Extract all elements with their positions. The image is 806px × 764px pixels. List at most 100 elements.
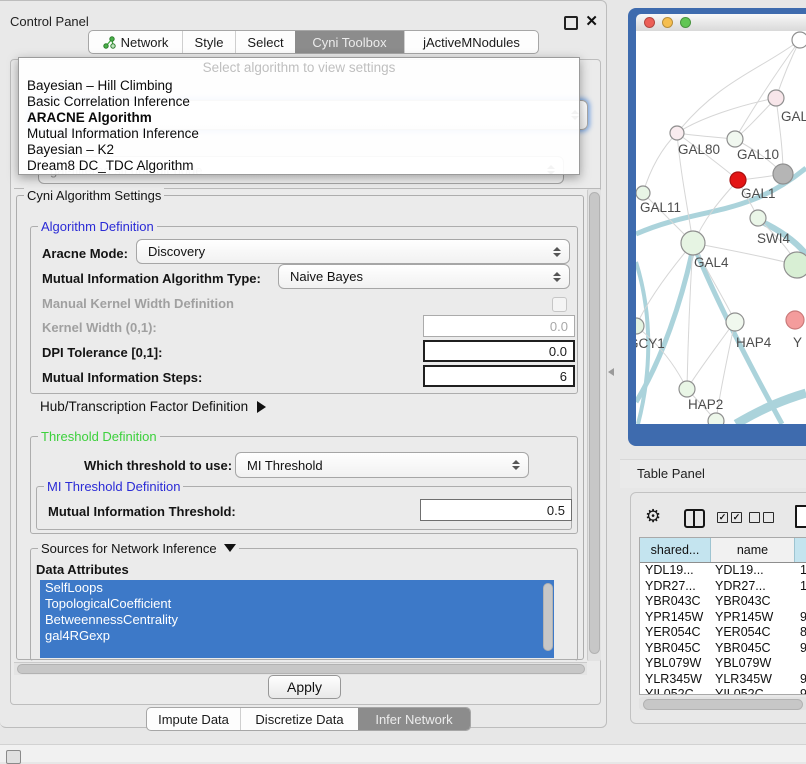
table-cell[interactable]: YBL079W: [712, 656, 797, 672]
column-header-name[interactable]: name: [711, 538, 795, 562]
table-cell[interactable]: YDR27...: [640, 579, 712, 595]
mi-steps-field[interactable]: 6: [423, 365, 575, 387]
network-node[interactable]: [727, 131, 743, 147]
data-attribute-item[interactable]: TopologicalCoefficient: [40, 596, 554, 612]
table-row[interactable]: YPR145WYPR145W9.: [640, 610, 806, 626]
table-cell[interactable]: YDR27...: [712, 579, 797, 595]
list-item-partial[interactable]: [40, 644, 554, 658]
mi-threshold-field[interactable]: 0.5: [420, 499, 572, 521]
table-cell[interactable]: YBR043C: [712, 594, 797, 610]
hub-definition-toggle[interactable]: Hub/Transcription Factor Definition: [40, 399, 266, 414]
columns-icon[interactable]: [684, 509, 705, 528]
table-cell[interactable]: YER054C: [640, 625, 712, 641]
select-all-checkboxes-icon[interactable]: ✓✓: [717, 512, 742, 523]
algorithm-menu-item[interactable]: Bayesian – K2: [19, 142, 579, 158]
table-cell[interactable]: YPR145W: [712, 610, 797, 626]
data-attribute-item[interactable]: gal4RGexp: [40, 628, 554, 644]
deselect-all-checkboxes-icon[interactable]: [749, 512, 774, 523]
column-header-partial[interactable]: [795, 538, 806, 562]
table-row[interactable]: YBR043CYBR043C: [640, 594, 806, 610]
table-cell[interactable]: 9: [797, 687, 806, 695]
table-cell[interactable]: YBR045C: [712, 641, 797, 657]
table-cell[interactable]: YPR145W: [640, 610, 712, 626]
network-node[interactable]: [726, 313, 744, 331]
table-row[interactable]: YLR345WYLR345W9.: [640, 672, 806, 688]
table-row[interactable]: YIL052CYIL052C9: [640, 687, 806, 695]
tab-impute-data[interactable]: Impute Data: [147, 708, 240, 730]
close-traffic-light-icon[interactable]: [644, 17, 655, 28]
network-node[interactable]: [786, 311, 804, 329]
table-cell[interactable]: YBL079W: [640, 656, 712, 672]
network-node[interactable]: [750, 210, 766, 226]
network-node[interactable]: [768, 90, 784, 106]
algorithm-menu-item[interactable]: Bayesian – Hill Climbing: [19, 78, 579, 94]
table-cell[interactable]: YIL052C: [712, 687, 797, 695]
data-attributes-list[interactable]: SelfLoopsTopologicalCoefficientBetweenne…: [40, 580, 554, 658]
apply-button[interactable]: Apply: [268, 675, 341, 699]
network-canvas[interactable]: GALGAL80GAL10GAL1GAL11SWI4GAL4GCY1HAP4YH…: [636, 31, 806, 424]
table-hscrollbar-thumb[interactable]: [643, 699, 803, 710]
tab-discretize-data[interactable]: Discretize Data: [240, 708, 358, 730]
network-edge[interactable]: [735, 98, 776, 139]
table-cell[interactable]: 9.: [797, 610, 806, 626]
tab-network[interactable]: Network: [89, 31, 182, 53]
algorithm-menu-item[interactable]: Dream8 DC_TDC Algorithm: [19, 158, 579, 174]
network-node[interactable]: [636, 186, 650, 200]
which-threshold-combo[interactable]: MI Threshold: [235, 452, 529, 478]
dpi-tolerance-field[interactable]: 0.0: [423, 340, 575, 362]
table-cell[interactable]: YIL052C: [640, 687, 712, 695]
tab-jactivemnodules[interactable]: jActiveMNodules: [404, 31, 538, 53]
zoom-traffic-light-icon[interactable]: [680, 17, 691, 28]
table-cell[interactable]: YLR345W: [640, 672, 712, 688]
network-node[interactable]: [681, 231, 705, 255]
network-edge[interactable]: [735, 40, 800, 139]
table-cell[interactable]: YDL19...: [712, 563, 797, 579]
data-attribute-item[interactable]: BetweennessCentrality: [40, 612, 554, 628]
network-window-titlebar[interactable]: [636, 14, 806, 31]
sources-group-title[interactable]: Sources for Network Inference: [38, 541, 239, 556]
table-cell[interactable]: [797, 656, 806, 672]
column-header-shared[interactable]: shared...: [640, 538, 711, 562]
gear-icon[interactable]: ⚙: [645, 507, 661, 525]
table-cell[interactable]: 12: [797, 579, 806, 595]
table-cell[interactable]: 9.: [797, 672, 806, 688]
table-row[interactable]: YBL079WYBL079W: [640, 656, 806, 672]
kernel-width-field[interactable]: 0.0: [423, 315, 575, 337]
minimize-traffic-light-icon[interactable]: [662, 17, 673, 28]
mi-type-combo[interactable]: Naive Bayes: [278, 264, 570, 289]
table-cell[interactable]: [797, 594, 806, 610]
table-cell[interactable]: 9.: [797, 641, 806, 657]
table-cell[interactable]: 8.: [797, 625, 806, 641]
network-node[interactable]: [679, 381, 695, 397]
manual-kernel-checkbox[interactable]: [552, 297, 567, 312]
network-node[interactable]: [670, 126, 684, 140]
algorithm-menu-item[interactable]: Mutual Information Inference: [19, 126, 579, 142]
network-edge[interactable]: [677, 98, 776, 133]
table-cell[interactable]: YBR043C: [640, 594, 712, 610]
table-cell[interactable]: YBR045C: [640, 641, 712, 657]
table-row[interactable]: YBR045CYBR045C9.: [640, 641, 806, 657]
tab-infer-network[interactable]: Infer Network: [358, 708, 470, 730]
table-cell[interactable]: YDL19...: [640, 563, 712, 579]
table-cell[interactable]: YER054C: [712, 625, 797, 641]
tab-style[interactable]: Style: [182, 31, 235, 53]
data-attribute-item[interactable]: SelfLoops: [40, 580, 554, 596]
settings-hscrollbar-thumb[interactable]: [17, 664, 585, 674]
algorithm-menu-item[interactable]: Basic Correlation Inference: [19, 94, 579, 110]
algorithm-menu-item[interactable]: ARACNE Algorithm: [19, 110, 579, 126]
close-icon[interactable]: ✕: [585, 12, 598, 30]
table-cell[interactable]: 13: [797, 563, 806, 579]
network-edge[interactable]: [643, 133, 677, 193]
network-node[interactable]: [708, 413, 724, 424]
settings-vscrollbar-thumb[interactable]: [589, 192, 600, 654]
float-window-icon[interactable]: [564, 16, 578, 30]
attributes-list-scrollbar[interactable]: [543, 583, 553, 651]
table-row[interactable]: YDL19...YDL19...13: [640, 563, 806, 579]
document-icon[interactable]: [795, 505, 806, 528]
network-node[interactable]: [773, 164, 793, 184]
network-edge[interactable]: [736, 393, 806, 424]
tab-cyni-toolbox[interactable]: Cyni Toolbox: [295, 31, 404, 53]
network-edge[interactable]: [677, 133, 735, 139]
tab-select[interactable]: Select: [235, 31, 295, 53]
splitter-collapse-icon[interactable]: [608, 368, 614, 376]
